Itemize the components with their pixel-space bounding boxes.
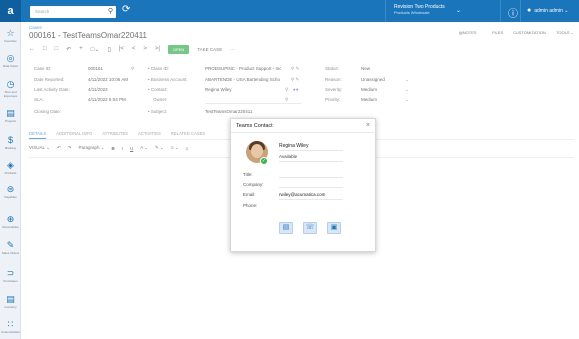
custom-icon: ∷ xyxy=(7,319,14,329)
phone-label: Phone: xyxy=(243,203,258,208)
sidebar-item-payables[interactable]: ⊜ Payables xyxy=(0,184,21,199)
call-button[interactable]: ☏ xyxy=(303,222,317,234)
sidebar-item-sales-orders[interactable]: ✎ Sales Orders xyxy=(0,240,21,255)
close-icon[interactable]: × xyxy=(366,122,370,129)
chat-icon: ▤ xyxy=(282,224,290,231)
cart-icon: ⊃ xyxy=(6,268,15,278)
history-icon[interactable]: ⟳ xyxy=(122,4,130,15)
user-name: admin admin xyxy=(534,8,563,14)
tenant-selector[interactable]: Revision Two Products Products Wholesale… xyxy=(394,4,461,16)
sidebar-item-data-views[interactable]: ◎ Data Views xyxy=(0,53,21,68)
title-label: Title: xyxy=(243,172,253,177)
divider xyxy=(231,132,377,133)
video-icon: ▣ xyxy=(330,224,338,231)
video-button[interactable]: ▣ xyxy=(327,222,341,234)
sidebar-item-banking[interactable]: $ Banking xyxy=(0,135,21,150)
menu-logo-icon[interactable]: a xyxy=(0,0,21,22)
sidebar-item-projects[interactable]: ▤ Projects xyxy=(0,108,21,123)
availability-status: Available xyxy=(279,154,298,159)
sidebar-item-receivables[interactable]: ⊕ Receivables xyxy=(0,214,21,229)
sales-icon: ✎ xyxy=(6,240,15,250)
payables-icon: ⊜ xyxy=(6,184,15,194)
products-icon: ◈ xyxy=(7,160,14,170)
phone-icon: ☏ xyxy=(305,224,315,231)
company-label: Company: xyxy=(243,182,264,187)
receivables-icon: ⊕ xyxy=(6,214,15,224)
star-icon: ☆ xyxy=(6,28,15,38)
user-menu[interactable]: ● admin admin ⌄ xyxy=(527,7,568,14)
sidebar-item-inventory[interactable]: ▤ Inventory xyxy=(0,294,21,309)
views-icon: ◎ xyxy=(6,53,15,63)
divider xyxy=(279,199,343,200)
help-icon[interactable]: ⓘ xyxy=(508,5,518,20)
truck-icon: ▤ xyxy=(6,294,15,304)
teams-contact-popup: Teams Contact × ✓ Regina Wiley Available… xyxy=(230,118,377,252)
chat-button[interactable]: ▤ xyxy=(279,222,293,234)
clock-icon: ◷ xyxy=(6,79,15,89)
chevron-down-icon: ⌄ xyxy=(456,8,462,14)
sidebar: ☆ Favorites ◎ Data Views ◷ Time and Expense… xyxy=(0,22,21,339)
sidebar-item-time[interactable]: ◷ Time and Expenses xyxy=(0,79,21,98)
divider xyxy=(279,187,343,188)
divider xyxy=(385,0,386,22)
email-value[interactable]: rwiley@acumatica.com xyxy=(279,192,325,197)
sidebar-item-products[interactable]: ◈ Products xyxy=(0,160,21,175)
sidebar-item-favorites[interactable]: ☆ Favorites xyxy=(0,28,21,43)
dollar-icon: $ xyxy=(7,135,13,145)
chevron-down-icon: ⌄ xyxy=(564,8,569,14)
available-status-icon: ✓ xyxy=(260,157,268,165)
projects-icon: ▤ xyxy=(6,108,15,118)
search-icon[interactable]: ⚲ xyxy=(108,7,113,15)
divider xyxy=(500,0,501,22)
sidebar-item-customization[interactable]: ∷ Customization xyxy=(0,319,21,334)
popup-title: Teams Contact xyxy=(236,123,273,129)
tenant-subtitle: Products Wholesale xyxy=(394,10,430,15)
divider xyxy=(520,0,521,22)
divider xyxy=(279,177,343,178)
contact-name: Regina Wiley xyxy=(279,143,309,149)
user-icon: ● xyxy=(527,7,532,14)
email-label: Email: xyxy=(243,192,256,197)
top-bar: a Search ⚲ ⟳ Revision Two Products Produ… xyxy=(0,0,579,22)
search-placeholder: Search xyxy=(35,9,50,14)
divider xyxy=(279,150,343,151)
divider xyxy=(279,161,343,162)
sidebar-item-purchases[interactable]: ⊃ Purchases xyxy=(0,268,21,283)
search-input[interactable]: Search ⚲ xyxy=(30,6,116,18)
